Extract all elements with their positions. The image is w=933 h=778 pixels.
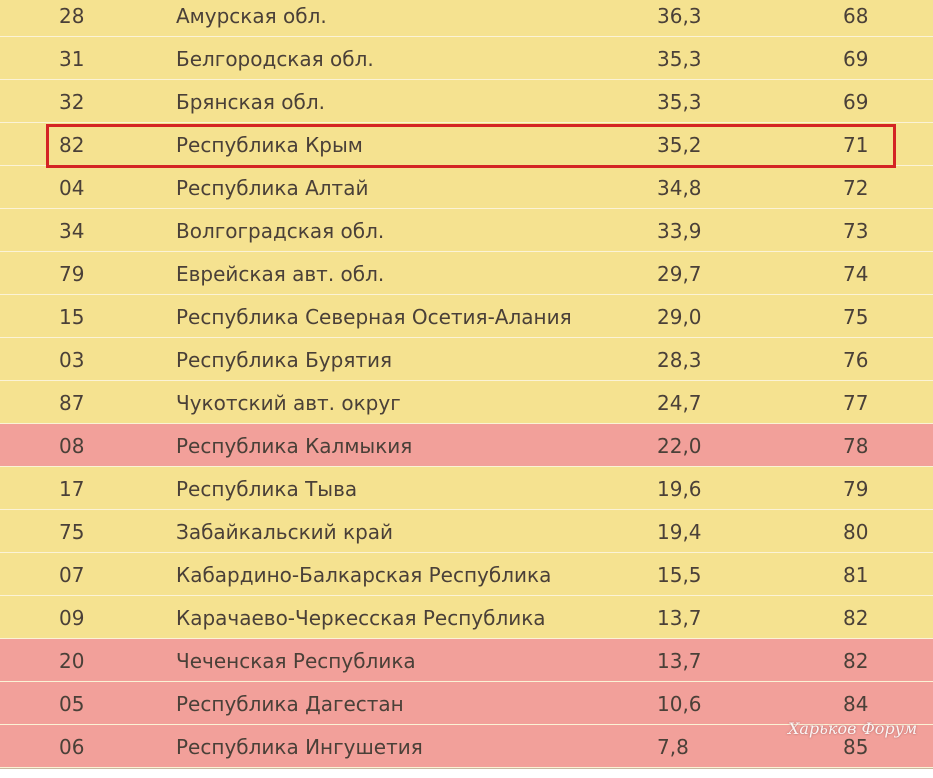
region-name-cell: Республика Калмыкия: [176, 434, 413, 458]
table-row: 04 Республика Алтай 34,8 72: [0, 166, 933, 209]
region-name-cell: Республика Алтай: [176, 176, 369, 200]
region-name-cell: Республика Тыва: [176, 477, 358, 501]
value-cell: 29,0: [657, 305, 702, 329]
region-code-cell: 82: [59, 133, 85, 157]
region-code-cell: 75: [59, 520, 85, 544]
value-cell: 28,3: [657, 348, 702, 372]
region-code-cell: 04: [59, 176, 85, 200]
region-code-cell: 08: [59, 434, 85, 458]
value-cell: 35,2: [657, 133, 702, 157]
value-cell: 35,3: [657, 47, 702, 71]
value-cell: 15,5: [657, 563, 702, 587]
region-code-cell: 05: [59, 692, 85, 716]
region-name-cell: Забайкальский край: [176, 520, 394, 544]
rank-cell: 77: [843, 391, 869, 415]
region-name-cell: Кабардино-Балкарская Республика: [176, 563, 552, 587]
region-code-cell: 31: [59, 47, 85, 71]
table-row: 82 Республика Крым 35,2 71: [0, 123, 933, 166]
table-row: 09 Карачаево-Черкесская Республика 13,7 82: [0, 596, 933, 639]
table-row: 03 Республика Бурятия 28,3 76: [0, 338, 933, 381]
value-cell: 19,6: [657, 477, 702, 501]
rank-cell: 72: [843, 176, 869, 200]
value-cell: 7,8: [657, 735, 689, 759]
value-cell: 34,8: [657, 176, 702, 200]
value-cell: 13,7: [657, 606, 702, 630]
table-row: 34 Волгоградская обл. 33,9 73: [0, 209, 933, 252]
table-row: 07 Кабардино-Балкарская Республика 15,5 81: [0, 553, 933, 596]
rank-cell: 82: [843, 606, 869, 630]
region-name-cell: Чукотский авт. округ: [176, 391, 401, 415]
rank-cell: 69: [843, 90, 869, 114]
region-name-cell: Амурская обл.: [176, 4, 327, 28]
rank-cell: 68: [843, 4, 869, 28]
region-code-cell: 17: [59, 477, 85, 501]
table-row: 87 Чукотский авт. округ 24,7 77: [0, 381, 933, 424]
rank-cell: 84: [843, 692, 869, 716]
value-cell: 19,4: [657, 520, 702, 544]
region-name-cell: Еврейская авт. обл.: [176, 262, 385, 286]
region-name-cell: Республика Бурятия: [176, 348, 393, 372]
rank-cell: 69: [843, 47, 869, 71]
rank-cell: 79: [843, 477, 869, 501]
value-cell: 35,3: [657, 90, 702, 114]
rank-cell: 78: [843, 434, 869, 458]
region-ranking-table: 28 Амурская обл. 36,3 68 31 Белгородская обл.…: [0, 0, 933, 768]
region-name-cell: Республика Дагестан: [176, 692, 404, 716]
table-row: 20 Чеченская Республика 13,7 82: [0, 639, 933, 682]
region-name-cell: Карачаево-Черкесская Республика: [176, 606, 546, 630]
value-cell: 36,3: [657, 4, 702, 28]
rank-cell: 73: [843, 219, 869, 243]
region-name-cell: Брянская обл.: [176, 90, 325, 114]
region-code-cell: 28: [59, 4, 85, 28]
rank-cell: 82: [843, 649, 869, 673]
table-row: 08 Республика Калмыкия 22,0 78: [0, 424, 933, 467]
watermark: Харьков Форум: [788, 719, 918, 738]
region-code-cell: 79: [59, 262, 85, 286]
rank-cell: 76: [843, 348, 869, 372]
region-name-cell: Республика Крым: [176, 133, 363, 157]
region-code-cell: 32: [59, 90, 85, 114]
region-code-cell: 87: [59, 391, 85, 415]
value-cell: 13,7: [657, 649, 702, 673]
value-cell: 24,7: [657, 391, 702, 415]
table-row: 17 Республика Тыва 19,6 79: [0, 467, 933, 510]
value-cell: 22,0: [657, 434, 702, 458]
region-code-cell: 20: [59, 649, 85, 673]
region-name-cell: Волгоградская обл.: [176, 219, 385, 243]
rank-cell: 75: [843, 305, 869, 329]
region-code-cell: 09: [59, 606, 85, 630]
value-cell: 29,7: [657, 262, 702, 286]
table-row: 75 Забайкальский край 19,4 80: [0, 510, 933, 553]
table-row: 79 Еврейская авт. обл. 29,7 74: [0, 252, 933, 295]
value-cell: 10,6: [657, 692, 702, 716]
region-code-cell: 06: [59, 735, 85, 759]
table-row: 28 Амурская обл. 36,3 68: [0, 0, 933, 37]
region-name-cell: Белгородская обл.: [176, 47, 374, 71]
region-code-cell: 15: [59, 305, 85, 329]
rank-cell: 81: [843, 563, 869, 587]
rank-cell: 71: [843, 133, 869, 157]
region-code-cell: 07: [59, 563, 85, 587]
region-name-cell: Чеченская Республика: [176, 649, 416, 673]
table-row: 31 Белгородская обл. 35,3 69: [0, 37, 933, 80]
region-name-cell: Республика Ингушетия: [176, 735, 423, 759]
rank-cell: 74: [843, 262, 869, 286]
region-code-cell: 03: [59, 348, 85, 372]
value-cell: 33,9: [657, 219, 702, 243]
table-row: 32 Брянская обл. 35,3 69: [0, 80, 933, 123]
region-name-cell: Республика Северная Осетия-Алания: [176, 305, 572, 329]
rank-cell: 80: [843, 520, 869, 544]
region-code-cell: 34: [59, 219, 85, 243]
table-row: 15 Республика Северная Осетия-Алания 29,0 7…: [0, 295, 933, 338]
